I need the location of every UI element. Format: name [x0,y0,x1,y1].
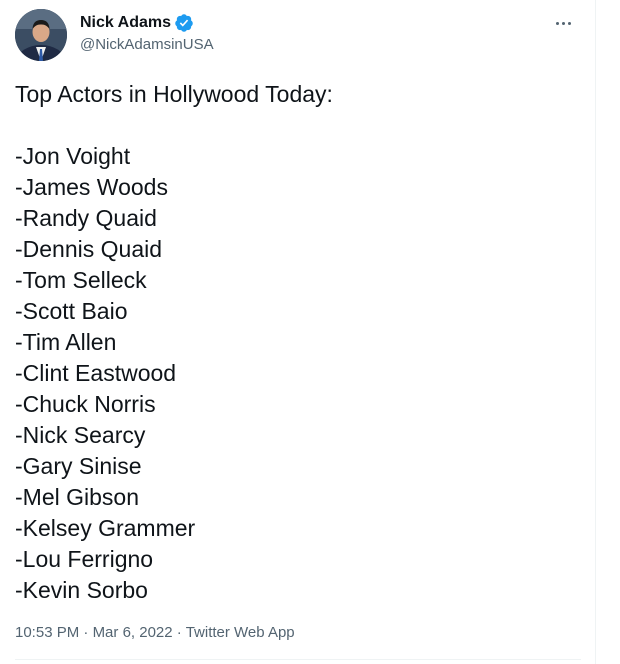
name-row: Nick Adams [80,12,214,34]
list-item: -Randy Quaid [15,205,157,231]
tweet-source[interactable]: Twitter Web App [186,624,295,641]
meta-separator: · [83,624,89,641]
divider [15,659,581,660]
list-item: -Mel Gibson [15,484,139,510]
tweet-date: Mar 6, 2022 [92,624,173,641]
list-item: -Tim Allen [15,329,117,355]
list-item: -Chuck Norris [15,391,156,417]
tweet-text: Top Actors in Hollywood Today: -Jon Voig… [15,79,581,606]
display-name[interactable]: Nick Adams [80,14,171,32]
tweet-meta: 10:53 PM · Mar 6, 2022 · Twitter Web App [15,624,295,641]
list-item: -Nick Searcy [15,422,146,448]
tweet-time: 10:53 PM [15,624,80,641]
user-handle[interactable]: @NickAdamsinUSA [80,36,214,53]
tweet-heading: Top Actors in Hollywood Today: [15,81,333,107]
list-item: -Kelsey Grammer [15,515,196,541]
verified-badge-icon [175,14,193,32]
list-item: -James Woods [15,174,168,200]
avatar[interactable] [15,9,67,61]
list-item: -Scott Baio [15,298,128,324]
list-item: -Tom Selleck [15,267,147,293]
avatar-photo [15,9,67,61]
tweet-timestamp[interactable]: 10:53 PM · Mar 6, 2022 [15,624,173,641]
more-dot [555,21,559,25]
tweet-header: Nick Adams @NickAdamsinUSA [15,9,581,61]
meta-separator: · [176,624,182,641]
more-options-icon[interactable] [551,13,575,33]
tweet-card: Nick Adams @NickAdamsinUSA Top Actors in… [0,0,596,664]
list-item: -Clint Eastwood [15,360,177,386]
list-item: -Lou Ferrigno [15,546,154,572]
list-item: -Jon Voight [15,143,131,169]
more-dot [567,21,571,25]
list-item: -Kevin Sorbo [15,577,148,603]
list-item: -Gary Sinise [15,453,142,479]
more-dot [561,21,565,25]
user-info: Nick Adams @NickAdamsinUSA [80,12,214,53]
list-item: -Dennis Quaid [15,236,163,262]
